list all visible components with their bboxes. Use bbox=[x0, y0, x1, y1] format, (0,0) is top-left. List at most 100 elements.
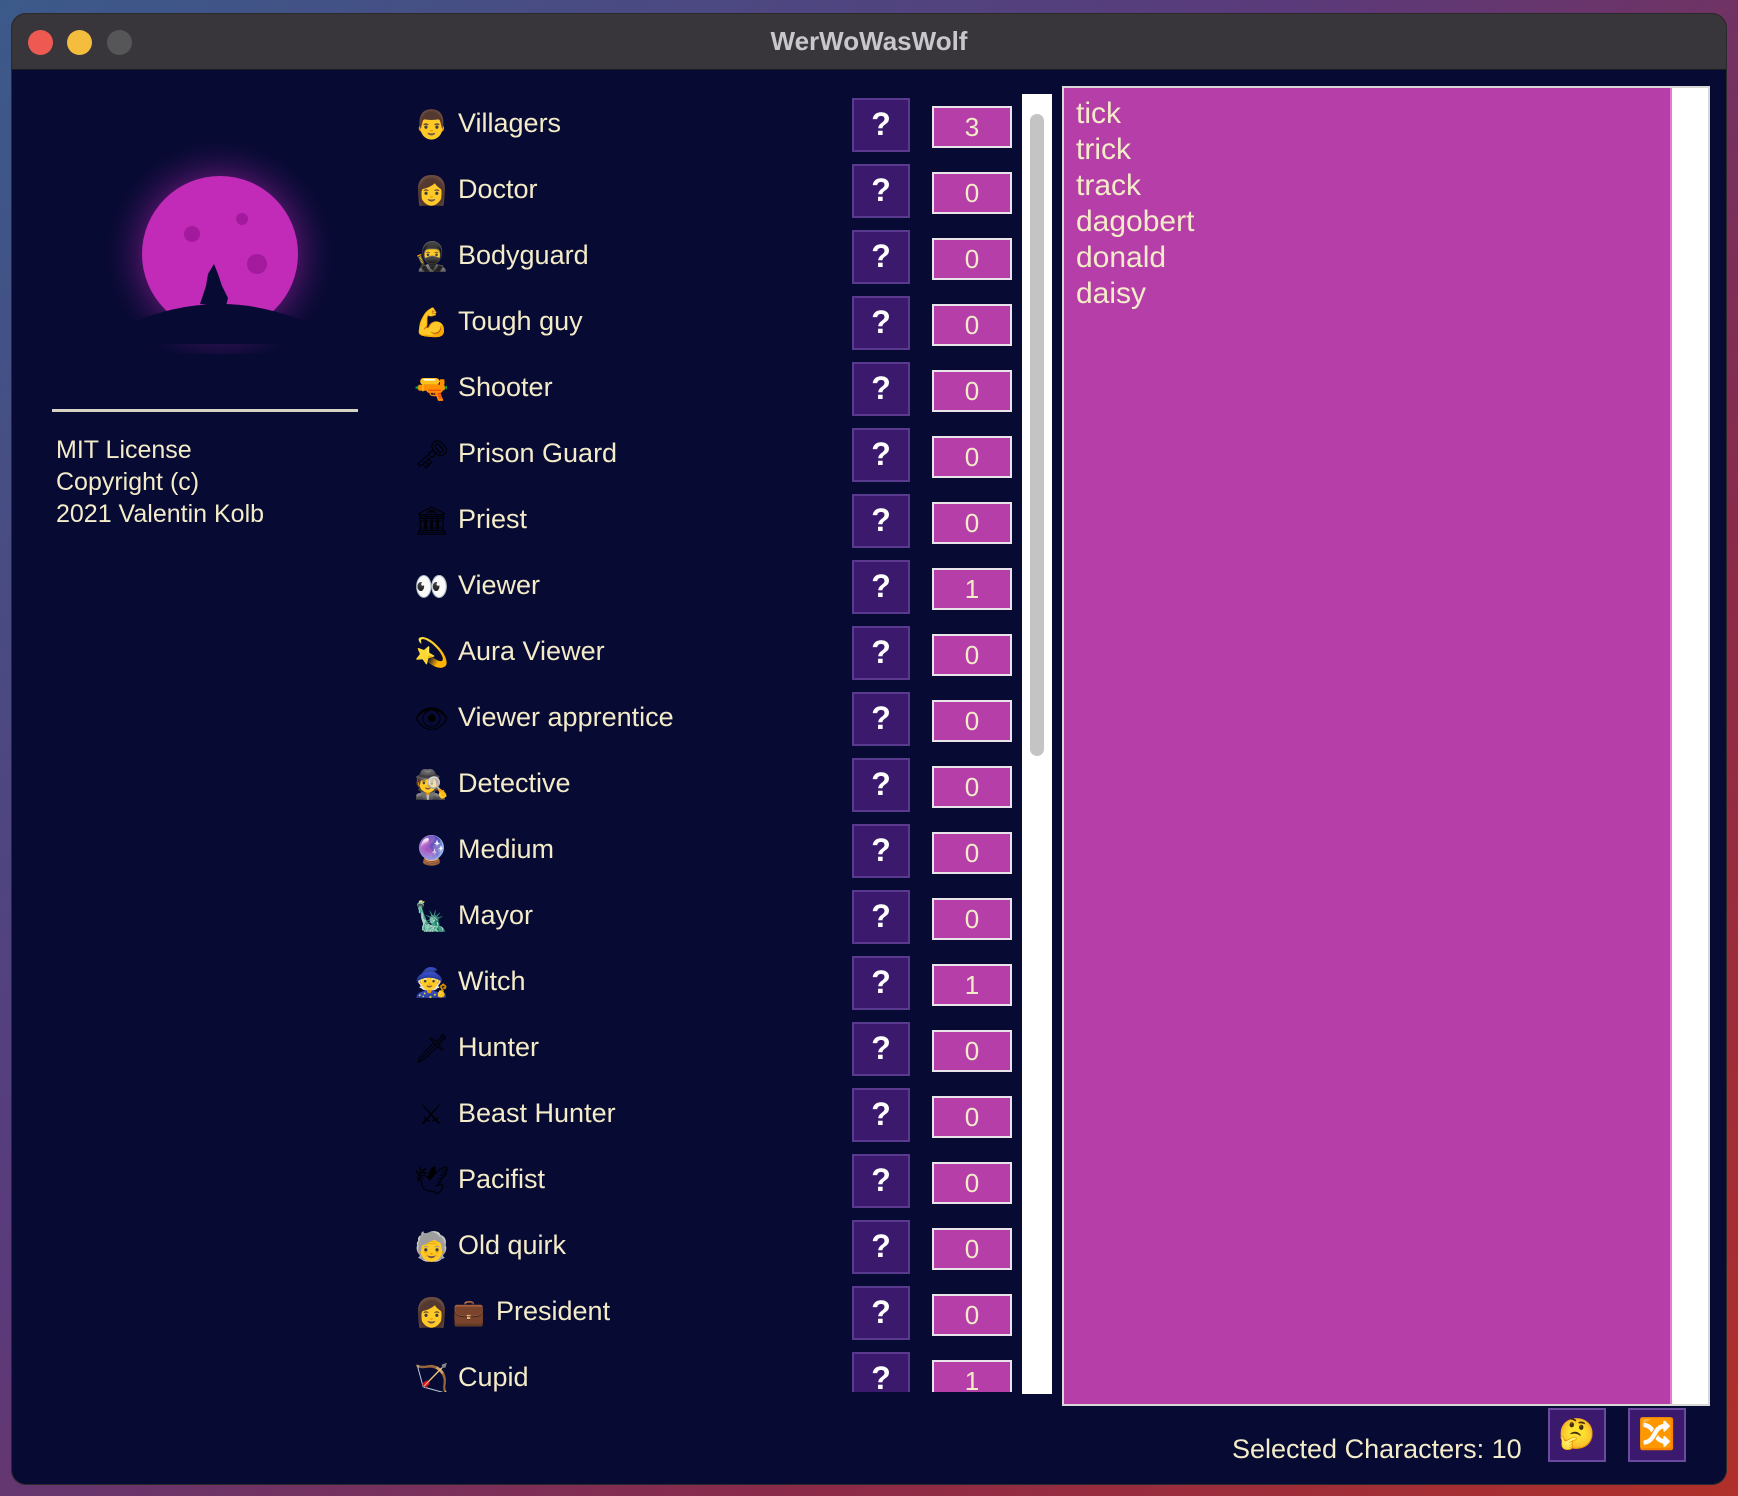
role-row: 🗽 Mayor? 0 bbox=[396, 886, 1016, 946]
role-row: 🏹 Cupid? 1 bbox=[396, 1348, 1016, 1392]
player-name: trick bbox=[1076, 133, 1131, 166]
role-help-button[interactable]: ? bbox=[852, 1022, 910, 1076]
player-name: donald bbox=[1076, 241, 1167, 274]
role-label: Witch bbox=[458, 966, 526, 996]
role-count-input[interactable]: 0 bbox=[932, 700, 1012, 742]
player-name: track bbox=[1076, 169, 1142, 202]
role-label: Prison Guard bbox=[458, 438, 618, 468]
church-icon: 🏛 bbox=[414, 504, 450, 537]
role-count-input[interactable]: 0 bbox=[932, 1030, 1012, 1072]
role-label: Detective bbox=[458, 768, 571, 798]
role-label: Priest bbox=[458, 504, 528, 534]
role-help-button[interactable]: ? bbox=[852, 1220, 910, 1274]
villager-icon: 👨 bbox=[414, 108, 449, 141]
divider bbox=[52, 409, 358, 412]
role-help-button[interactable]: ? bbox=[852, 428, 910, 482]
briefcase-icon: 💼 bbox=[452, 1298, 486, 1328]
role-label: Viewer bbox=[458, 570, 541, 600]
role-label: Tough guy bbox=[458, 306, 583, 336]
role-count-input[interactable]: 0 bbox=[932, 1228, 1012, 1270]
crossed-swords-icon: ⚔ bbox=[418, 1098, 444, 1131]
role-row: ⚔ Beast Hunter? 0 bbox=[396, 1084, 1016, 1144]
role-row: 👀 Viewer? 1 bbox=[396, 556, 1016, 616]
role-count-input[interactable]: 0 bbox=[932, 502, 1012, 544]
title-bar: WerWoWasWolf bbox=[12, 14, 1726, 70]
role-count-input[interactable]: 0 bbox=[932, 238, 1012, 280]
role-label: Beast Hunter bbox=[458, 1098, 616, 1128]
role-row: 🗡 Hunter? 0 bbox=[396, 1018, 1016, 1078]
role-help-button[interactable]: ? bbox=[852, 956, 910, 1010]
role-label: Aura Viewer bbox=[458, 636, 605, 666]
role-label: Cupid bbox=[458, 1362, 529, 1392]
roles-list[interactable]: 👨 Villagers? 3 👩 Doctor? 0 🥷 Bodyguard? 0 💪 Tough … bbox=[396, 94, 1016, 1392]
role-count-input[interactable]: 0 bbox=[932, 766, 1012, 808]
role-help-button[interactable]: ? bbox=[852, 164, 910, 218]
role-help-button[interactable]: ? bbox=[852, 626, 910, 680]
role-label: President bbox=[496, 1296, 611, 1326]
role-label: Shooter bbox=[458, 372, 553, 402]
role-help-button[interactable]: ? bbox=[852, 560, 910, 614]
role-count-input[interactable]: 0 bbox=[932, 436, 1012, 478]
role-row: 🥷 Bodyguard? 0 bbox=[396, 226, 1016, 286]
doctor-icon: 👩 bbox=[414, 174, 449, 207]
role-count-input[interactable]: 0 bbox=[932, 1294, 1012, 1336]
role-help-button[interactable]: ? bbox=[852, 758, 910, 812]
role-row: 🔫 Shooter? 0 bbox=[396, 358, 1016, 418]
player-name: tick bbox=[1076, 97, 1121, 130]
role-row: 🏛 Priest? 0 bbox=[396, 490, 1016, 550]
roles-scrollbar-thumb[interactable] bbox=[1030, 114, 1044, 756]
shuffle-button[interactable]: 🔀 bbox=[1628, 1408, 1686, 1462]
role-label: Mayor bbox=[458, 900, 534, 930]
dove-icon: 🕊 bbox=[414, 1164, 450, 1197]
role-help-button[interactable]: ? bbox=[852, 296, 910, 350]
thinking-face-button[interactable]: 🤔 bbox=[1548, 1408, 1606, 1462]
role-count-input[interactable]: 1 bbox=[932, 568, 1012, 610]
player-name: dagobert bbox=[1076, 205, 1195, 238]
role-help-button[interactable]: ? bbox=[852, 1154, 910, 1208]
flexed-biceps-icon: 💪 bbox=[414, 306, 449, 339]
role-row: 👨 Villagers? 3 bbox=[396, 94, 1016, 154]
roles-scrollbar[interactable] bbox=[1022, 94, 1052, 1394]
role-label: Bodyguard bbox=[458, 240, 589, 270]
eyes-icon: 👀 bbox=[414, 570, 449, 603]
app-window: WerWoWasWolf MIT License Copyright (c) 2… bbox=[12, 14, 1726, 1484]
names-textarea[interactable]: tick trick track dagobert donald daisy bbox=[1062, 86, 1710, 1406]
role-row: 🧙 Witch? 1 bbox=[396, 952, 1016, 1012]
role-help-button[interactable]: ? bbox=[852, 98, 910, 152]
role-count-input[interactable]: 3 bbox=[932, 106, 1012, 148]
role-count-input[interactable]: 0 bbox=[932, 1162, 1012, 1204]
role-count-input[interactable]: 0 bbox=[932, 172, 1012, 214]
role-help-button[interactable]: ? bbox=[852, 230, 910, 284]
wolf-moon-logo bbox=[92, 134, 348, 354]
role-count-input[interactable]: 0 bbox=[932, 832, 1012, 874]
crystal-ball-icon: 🔮 bbox=[414, 834, 449, 867]
role-help-button[interactable]: ? bbox=[852, 1352, 910, 1392]
role-help-button[interactable]: ? bbox=[852, 824, 910, 878]
water-pistol-icon: 🔫 bbox=[414, 372, 449, 405]
dizzy-icon: 💫 bbox=[414, 636, 449, 669]
role-count-input[interactable]: 1 bbox=[932, 1360, 1012, 1392]
role-help-button[interactable]: ? bbox=[852, 494, 910, 548]
president-icon: 👩 bbox=[414, 1296, 449, 1329]
selected-characters-label: Selected Characters: 10 bbox=[1232, 1434, 1522, 1464]
role-label: Pacifist bbox=[458, 1164, 546, 1194]
role-help-button[interactable]: ? bbox=[852, 1088, 910, 1142]
role-help-button[interactable]: ? bbox=[852, 1286, 910, 1340]
role-count-input[interactable]: 1 bbox=[932, 964, 1012, 1006]
role-count-input[interactable]: 0 bbox=[932, 1096, 1012, 1138]
older-person-icon: 🧓 bbox=[414, 1230, 449, 1263]
role-help-button[interactable]: ? bbox=[852, 692, 910, 746]
role-help-button[interactable]: ? bbox=[852, 890, 910, 944]
role-help-button[interactable]: ? bbox=[852, 362, 910, 416]
role-row: 👩 Doctor? 0 bbox=[396, 160, 1016, 220]
thinking-face-icon: 🤔 bbox=[1558, 1417, 1596, 1452]
detective-icon: 🕵 bbox=[414, 768, 449, 801]
role-row: 👩 💼 President? 0 bbox=[396, 1282, 1016, 1342]
role-count-input[interactable]: 0 bbox=[932, 370, 1012, 412]
names-list: tick trick track dagobert donald daisy bbox=[1076, 96, 1194, 312]
role-count-input[interactable]: 0 bbox=[932, 634, 1012, 676]
role-row: 💫 Aura Viewer? 0 bbox=[396, 622, 1016, 682]
role-count-input[interactable]: 0 bbox=[932, 898, 1012, 940]
role-count-input[interactable]: 0 bbox=[932, 304, 1012, 346]
license-text: MIT License Copyright (c) 2021 Valentin … bbox=[56, 436, 265, 528]
